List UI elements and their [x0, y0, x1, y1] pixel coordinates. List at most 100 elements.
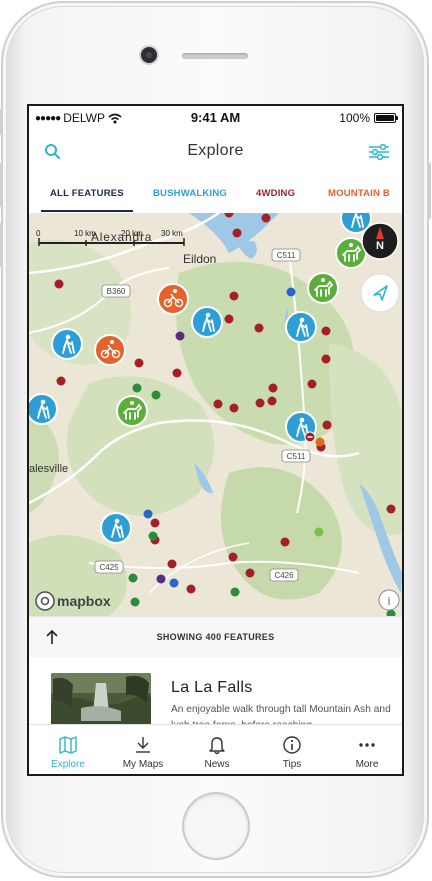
bushwalking-pin[interactable] [285, 411, 317, 443]
feature-card[interactable]: La La Falls An enjoyable walk through ta… [29, 657, 402, 731]
tab-label-news: News [204, 759, 230, 770]
svg-text:C426: C426 [274, 571, 294, 580]
camping-marker[interactable] [148, 531, 158, 541]
fourwd-marker[interactable] [245, 568, 255, 578]
silent-switch [0, 109, 2, 135]
fourwd-marker[interactable] [321, 326, 331, 336]
bushwalking-pin[interactable] [100, 512, 132, 544]
horse-riding-pin[interactable] [116, 395, 148, 427]
svg-text:mapbox: mapbox [57, 593, 111, 609]
svg-text:B360: B360 [107, 287, 126, 296]
fourwd-marker[interactable] [150, 518, 160, 528]
fourwd-marker[interactable] [268, 383, 278, 393]
tab-bushwalking[interactable]: BUSHWALKING [153, 188, 227, 199]
road-shield-c511-top: C511 [271, 248, 301, 262]
svg-text:C511: C511 [287, 452, 306, 461]
front-camera [141, 47, 157, 63]
page-title: Explore [187, 142, 244, 159]
fourwd-marker[interactable] [172, 368, 182, 378]
tab-news[interactable]: News [180, 725, 254, 774]
tab-all-features[interactable]: ALL FEATURES [50, 188, 124, 199]
volume-up-button [0, 163, 2, 207]
fourwd-marker[interactable] [54, 279, 64, 289]
camping-marker[interactable] [130, 597, 140, 607]
bushwalking-pin[interactable] [191, 306, 223, 338]
fourwd-marker[interactable] [267, 396, 277, 406]
bottom-tab-bar: Explore My Maps News Tips More [29, 724, 402, 774]
battery-icon [374, 113, 398, 123]
fourwd-marker[interactable] [232, 228, 242, 238]
tab-4wding[interactable]: 4WDING [256, 188, 295, 199]
feature-thumbnail[interactable] [51, 673, 151, 727]
fourwd-marker[interactable] [255, 398, 265, 408]
mapbox-logo: mapbox [35, 591, 111, 611]
fourwd-marker[interactable] [186, 584, 196, 594]
fourwd-marker[interactable] [134, 358, 144, 368]
filter-sliders-icon[interactable] [368, 142, 390, 162]
fourwd-marker[interactable] [229, 403, 239, 413]
road-shield-c425: C425 [94, 560, 124, 574]
svg-text:C511: C511 [277, 251, 296, 260]
bushwalking-pin[interactable] [51, 328, 83, 360]
horse-riding-pin[interactable] [307, 272, 339, 304]
info-circle-icon [283, 736, 301, 754]
purple-marker[interactable] [156, 574, 166, 584]
fourwd-marker[interactable] [213, 399, 223, 409]
tab-tips[interactable]: Tips [255, 725, 329, 774]
blue-marker[interactable] [169, 578, 179, 588]
fourwd-marker[interactable] [280, 537, 290, 547]
active-tab-indicator [41, 210, 133, 212]
place-label-healesville: alesville [29, 463, 68, 475]
fourwd-marker[interactable] [307, 379, 317, 389]
fourwd-marker[interactable] [56, 376, 66, 386]
fourwd-marker[interactable] [224, 314, 234, 324]
road-shield-b360: B360 [101, 284, 131, 298]
status-bar: ●●●●● DELWP 9:41 AM 100% [29, 106, 402, 130]
fourwd-marker[interactable] [261, 213, 271, 223]
map-view[interactable]: 0 10 km 20 km 30 km Alexandra Eildon ale… [29, 213, 402, 616]
blue-marker[interactable] [143, 509, 153, 519]
tab-explore[interactable]: Explore [31, 725, 105, 774]
camping-marker[interactable] [132, 383, 142, 393]
orange-marker[interactable] [315, 437, 325, 447]
tab-label-more: More [355, 759, 379, 770]
purple-marker[interactable] [175, 331, 185, 341]
bushwalking-pin[interactable] [29, 393, 58, 425]
power-button [428, 163, 431, 219]
map-info-button[interactable]: i [378, 589, 400, 611]
feature-count-label: SHOWING 400 FEATURES [156, 632, 275, 642]
battery-percent: 100% [339, 111, 370, 125]
fourwd-marker[interactable] [167, 559, 177, 569]
camping-marker[interactable] [314, 527, 324, 537]
camping-marker[interactable] [151, 390, 161, 400]
fourwd-marker[interactable] [229, 291, 239, 301]
place-label-eildon: Eildon [183, 252, 216, 266]
camping-marker[interactable] [128, 573, 138, 583]
tab-label-explore: Explore [51, 759, 85, 770]
tab-more[interactable]: More [330, 725, 402, 774]
feature-title: La La Falls [171, 679, 253, 696]
compass-icon[interactable]: N [361, 222, 399, 260]
road-shield-c511-mid: C511 [281, 449, 311, 463]
fourwd-marker[interactable] [386, 504, 396, 514]
locate-me-button[interactable] [360, 273, 400, 313]
fourwd-marker[interactable] [322, 420, 332, 430]
fourwd-marker[interactable] [321, 354, 331, 364]
feature-count-bar[interactable]: SHOWING 400 FEATURES [29, 616, 402, 657]
camping-marker[interactable] [230, 587, 240, 597]
place-label-alexandra: Alexandra [91, 230, 152, 244]
home-button[interactable] [184, 794, 248, 858]
fourwd-marker[interactable] [228, 552, 238, 562]
bell-icon [209, 737, 225, 755]
tab-my-maps[interactable]: My Maps [106, 725, 180, 774]
scale-label: 0 [36, 229, 41, 238]
mountain-bike-pin[interactable] [94, 334, 126, 366]
map-icon [59, 736, 77, 754]
app-screen: ●●●●● DELWP 9:41 AM 100% Explore ALL FEA… [27, 104, 404, 776]
bushwalking-pin[interactable] [285, 311, 317, 343]
tab-mountain-biking[interactable]: MOUNTAIN B [328, 188, 390, 199]
fourwd-marker[interactable] [254, 323, 264, 333]
blue-marker[interactable] [286, 287, 296, 297]
mountain-bike-pin[interactable] [157, 283, 189, 315]
svg-text:C425: C425 [99, 563, 119, 572]
